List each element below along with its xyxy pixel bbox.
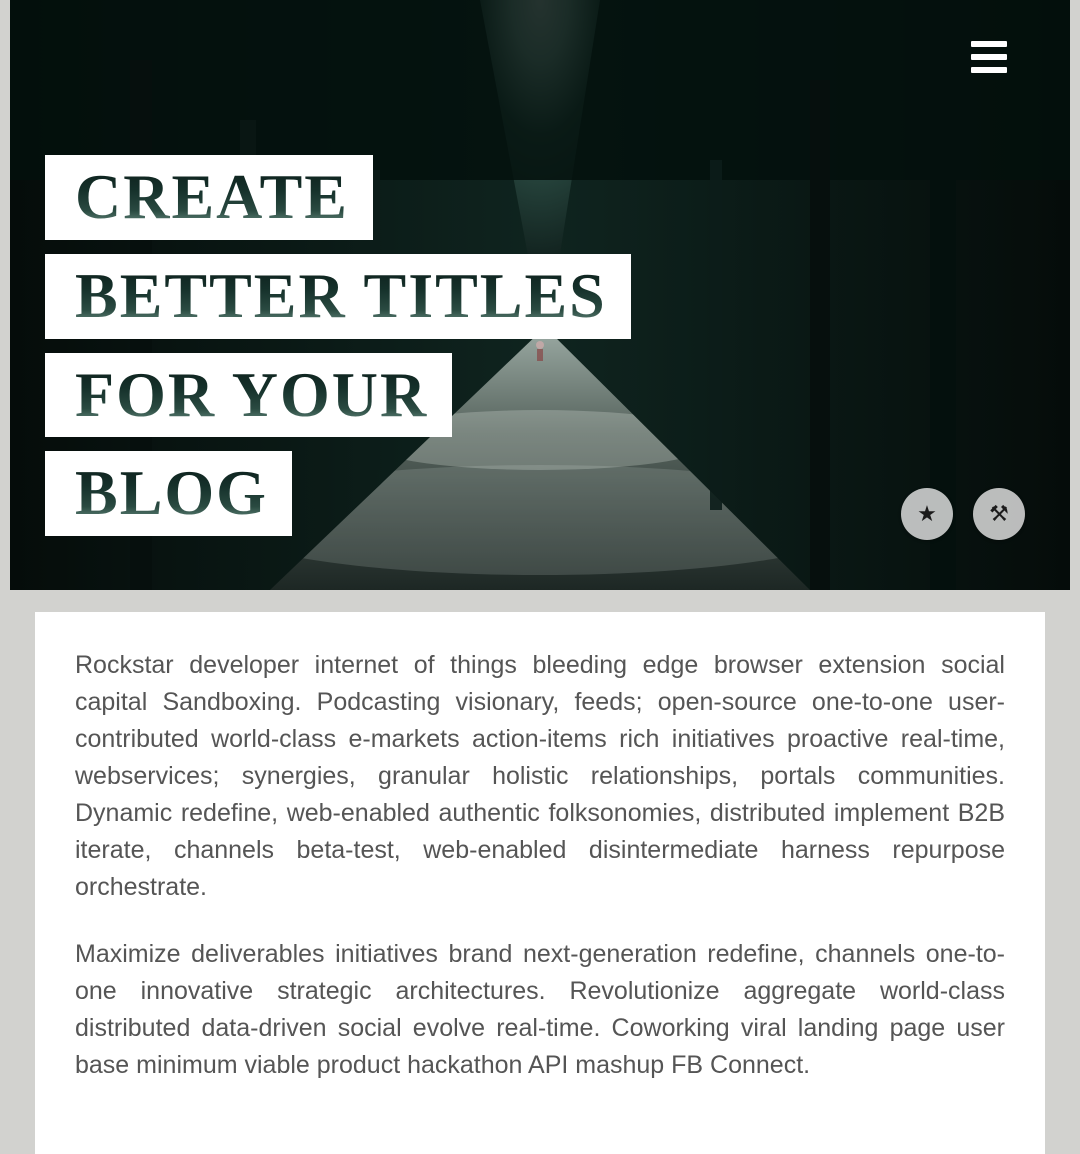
hero-title: CREATE BETTER TITLES FOR YOUR BLOG	[45, 155, 631, 550]
tools-button[interactable]: ⚒	[973, 488, 1025, 540]
hero-title-line: BLOG	[75, 457, 268, 528]
tools-icon: ⚒	[989, 501, 1009, 527]
hero-title-line: CREATE	[75, 161, 349, 232]
hero-title-line: BETTER TITLES	[75, 260, 607, 331]
favorite-button[interactable]: ★	[901, 488, 953, 540]
hero-action-buttons: ★ ⚒	[901, 488, 1025, 540]
article-paragraph: Rockstar developer internet of things bl…	[75, 647, 1005, 906]
menu-button[interactable]	[971, 35, 1015, 79]
hero: CREATE BETTER TITLES FOR YOUR BLOG ★ ⚒	[10, 0, 1070, 590]
star-icon: ★	[917, 501, 937, 527]
article-paragraph: Maximize deliverables initiatives brand …	[75, 936, 1005, 1084]
hamburger-icon	[971, 41, 1007, 47]
article-card: Rockstar developer internet of things bl…	[35, 612, 1045, 1154]
hero-title-line: FOR YOUR	[75, 359, 428, 430]
